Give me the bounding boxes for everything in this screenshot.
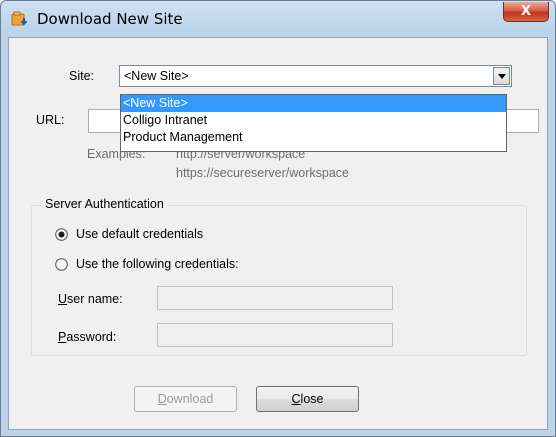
group-title: Server Authentication: [42, 197, 167, 211]
title-bar[interactable]: Download New Site X: [1, 1, 555, 37]
site-option-product-management[interactable]: Product Management: [121, 129, 506, 146]
site-option-colligo-intranet[interactable]: Colligo Intranet: [121, 112, 506, 129]
username-label: User name:: [58, 292, 123, 306]
app-icon: [11, 11, 29, 27]
site-combobox-value: <New Site>: [124, 69, 189, 83]
default-credentials-label[interactable]: Use default credentials: [76, 227, 203, 241]
custom-credentials-radio[interactable]: [55, 258, 68, 271]
site-dropdown-list[interactable]: <New Site> Colligo Intranet Product Mana…: [120, 94, 507, 152]
site-combobox[interactable]: <New Site>: [119, 65, 512, 87]
password-field[interactable]: [157, 323, 393, 347]
window-title: Download New Site: [37, 10, 183, 28]
site-label: Site:: [69, 69, 95, 83]
close-icon[interactable]: X: [503, 2, 549, 22]
chevron-down-icon: [498, 74, 506, 79]
site-dropdown-button[interactable]: [493, 67, 510, 85]
dialog-window: Download New Site X Site: <New Site> <Ne…: [0, 0, 556, 437]
password-label: Password:: [58, 330, 117, 344]
dialog-body: Site: <New Site> <New Site> Colligo Intr…: [8, 37, 548, 430]
site-option-new[interactable]: <New Site>: [121, 95, 506, 112]
server-authentication-group: Server Authentication Use default creden…: [31, 197, 527, 356]
url-label: URL:: [36, 113, 65, 127]
custom-credentials-label[interactable]: Use the following credentials:: [76, 257, 239, 271]
close-button[interactable]: Close: [256, 386, 359, 412]
username-field[interactable]: [157, 286, 393, 310]
example-url-2: https://secureserver/workspace: [176, 166, 349, 180]
download-button[interactable]: Download: [134, 386, 237, 412]
default-credentials-radio[interactable]: [55, 228, 68, 241]
